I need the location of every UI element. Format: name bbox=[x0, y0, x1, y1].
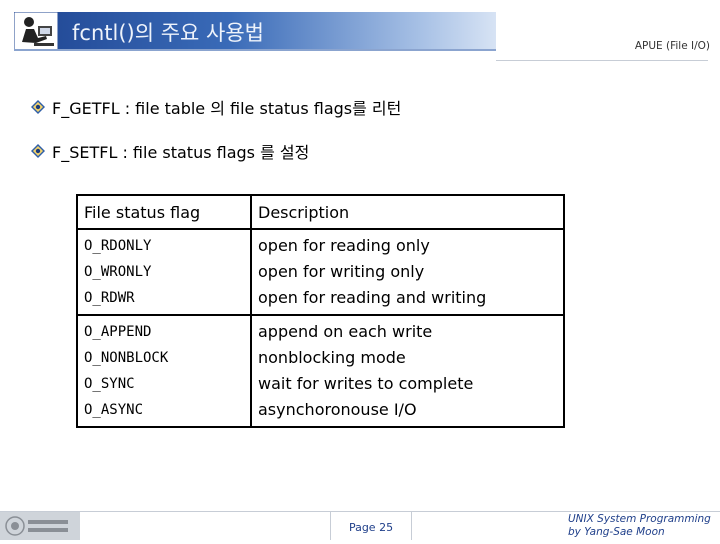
flag-cell: O_APPEND O_NONBLOCK O_SYNC O_ASYNC bbox=[76, 314, 252, 428]
flag-description: nonblocking mode bbox=[258, 348, 406, 367]
flag-description: asynchoronouse I/O bbox=[258, 400, 417, 419]
person-at-computer-icon bbox=[14, 12, 58, 50]
flag-name: O_WRONLY bbox=[84, 264, 152, 280]
description-cell: append on each write nonblocking mode wa… bbox=[250, 314, 565, 428]
flag-description: open for reading and writing bbox=[258, 288, 487, 307]
page-number: Page 25 bbox=[330, 512, 412, 540]
flag-name: O_RDONLY bbox=[84, 238, 152, 254]
table-row: O_RDONLY O_WRONLY O_RDWR open for readin… bbox=[76, 228, 565, 316]
course-author: by Yang-Sae Moon bbox=[568, 526, 665, 538]
column-header-flag: File status flag bbox=[76, 194, 252, 230]
course-title: UNIX System Programming bbox=[568, 513, 711, 525]
diamond-bullet-icon bbox=[31, 144, 45, 158]
flag-cell: O_RDONLY O_WRONLY O_RDWR bbox=[76, 228, 252, 316]
flag-description: open for writing only bbox=[258, 262, 425, 281]
university-logo-icon bbox=[5, 516, 68, 536]
flag-name: O_ASYNC bbox=[84, 402, 144, 418]
flag-name: O_SYNC bbox=[84, 376, 135, 392]
flag-description: wait for writes to complete bbox=[258, 374, 474, 393]
chapter-label: APUE (File I/O) bbox=[634, 40, 710, 52]
flag-name: O_RDWR bbox=[84, 290, 135, 306]
bullet-text: F_SETFL : file status flags 를 설정 bbox=[52, 143, 310, 162]
table-header-row: File status flag Description bbox=[76, 194, 565, 230]
page-title: fcntl()의 주요 사용법 bbox=[72, 21, 264, 45]
header-divider bbox=[14, 49, 496, 51]
column-header-description: Description bbox=[250, 194, 565, 230]
bullet-text: F_GETFL : file table 의 file status flags… bbox=[52, 99, 402, 118]
file-status-flags-table: File status flag Description O_RDONLY O_… bbox=[76, 194, 565, 428]
table-row: O_APPEND O_NONBLOCK O_SYNC O_ASYNC appen… bbox=[76, 314, 565, 428]
bullet-item-setfl: F_SETFL : file status flags 를 설정 bbox=[30, 139, 309, 163]
flag-name: O_NONBLOCK bbox=[84, 350, 169, 366]
diamond-bullet-icon bbox=[31, 100, 45, 114]
description-cell: open for reading only open for writing o… bbox=[250, 228, 565, 316]
bullet-item-getfl: F_GETFL : file table 의 file status flags… bbox=[30, 95, 401, 119]
course-credit: UNIX System Programming by Yang-Sae Moon bbox=[568, 513, 714, 539]
flag-description: append on each write bbox=[258, 322, 433, 341]
flag-name: O_APPEND bbox=[84, 324, 152, 340]
flag-description: open for reading only bbox=[258, 236, 430, 255]
